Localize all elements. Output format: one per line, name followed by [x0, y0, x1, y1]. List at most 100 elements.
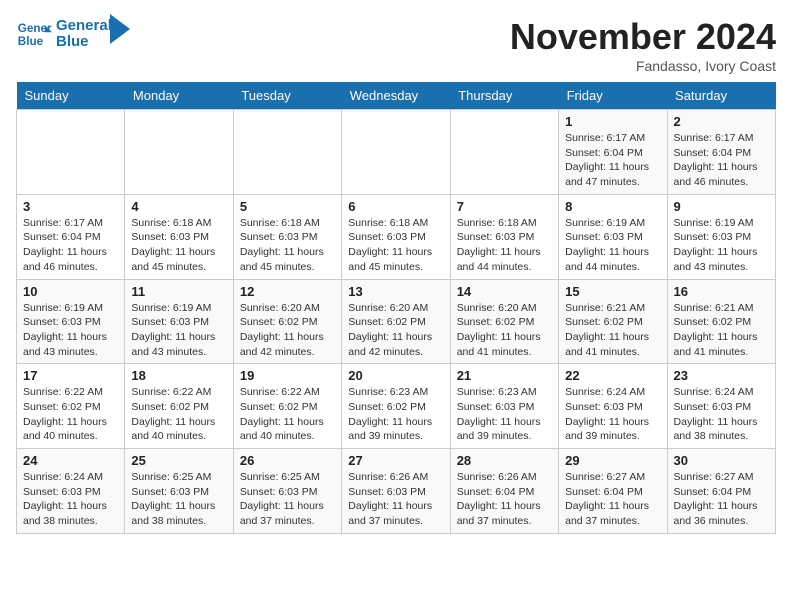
- day-number: 25: [131, 453, 226, 468]
- svg-text:Blue: Blue: [18, 35, 44, 48]
- day-number: 18: [131, 368, 226, 383]
- day-number: 22: [565, 368, 660, 383]
- logo-arrow-icon: [110, 14, 130, 44]
- logo-text-blue: Blue: [56, 34, 112, 51]
- title-block: November 2024 Fandasso, Ivory Coast: [510, 16, 776, 74]
- day-number: 30: [674, 453, 769, 468]
- calendar-cell: 7Sunrise: 6:18 AM Sunset: 6:03 PM Daylig…: [450, 194, 558, 279]
- day-number: 21: [457, 368, 552, 383]
- day-info: Sunrise: 6:19 AM Sunset: 6:03 PM Dayligh…: [565, 216, 660, 275]
- day-number: 8: [565, 199, 660, 214]
- calendar-cell: [17, 110, 125, 195]
- calendar-cell: 21 Sunrise: 6:23 AM Sunset: 6:03 PM Dayli…: [450, 364, 558, 449]
- day-info: Sunrise: 6:17 AM Sunset: 6:04 PM Dayligh…: [23, 216, 118, 275]
- day-info: Sunrise: 6:19 AM Sunset: 6:03 PM Dayligh…: [674, 216, 769, 275]
- calendar-cell: 12 Sunrise: 6:20 AM Sunset: 6:02 PM Dayli…: [233, 279, 341, 364]
- day-number: 15: [565, 284, 660, 299]
- calendar-cell: 5 Sunrise: 6:18 AM Sunset: 6:03 PM Daylig…: [233, 194, 341, 279]
- calendar-cell: [450, 110, 558, 195]
- day-info: Sunrise: 6:20 AM Sunset: 6:02 PM Dayligh…: [240, 301, 335, 360]
- calendar-cell: 15 Sunrise: 6:21 AM Sunset: 6:02 PM Dayli…: [559, 279, 667, 364]
- calendar-cell: 6 Sunrise: 6:18 AM Sunset: 6:03 PM Daylig…: [342, 194, 450, 279]
- day-number: 24: [23, 453, 118, 468]
- day-info: Sunrise: 6:19 AM Sunset: 6:03 PM Dayligh…: [23, 301, 118, 360]
- day-number: 27: [348, 453, 443, 468]
- day-number: 6: [348, 199, 443, 214]
- day-info: Sunrise: 6:18 AM Sunset: 6:03 PM Dayligh…: [240, 216, 335, 275]
- day-number: 28: [457, 453, 552, 468]
- calendar-cell: 1 Sunrise: 6:17 AM Sunset: 6:04 PM Daylig…: [559, 110, 667, 195]
- calendar-week-2: 3 Sunrise: 6:17 AM Sunset: 6:04 PM Daylig…: [17, 194, 776, 279]
- calendar-cell: [342, 110, 450, 195]
- calendar-cell: 27 Sunrise: 6:26 AM Sunset: 6:03 PM Dayli…: [342, 449, 450, 534]
- day-number: 10: [23, 284, 118, 299]
- day-number: 19: [240, 368, 335, 383]
- calendar-cell: 22 Sunrise: 6:24 AM Sunset: 6:03 PM Dayli…: [559, 364, 667, 449]
- calendar-cell: 19Sunrise: 6:22 AM Sunset: 6:02 PM Dayli…: [233, 364, 341, 449]
- day-number: 17: [23, 368, 118, 383]
- calendar-cell: 20Sunrise: 6:23 AM Sunset: 6:02 PM Dayli…: [342, 364, 450, 449]
- calendar-cell: 23 Sunrise: 6:24 AM Sunset: 6:03 PM Dayli…: [667, 364, 775, 449]
- calendar-cell: 9 Sunrise: 6:19 AM Sunset: 6:03 PM Daylig…: [667, 194, 775, 279]
- calendar-week-1: 1 Sunrise: 6:17 AM Sunset: 6:04 PM Daylig…: [17, 110, 776, 195]
- day-info: Sunrise: 6:24 AM Sunset: 6:03 PM Dayligh…: [23, 470, 118, 529]
- calendar-week-3: 10 Sunrise: 6:19 AM Sunset: 6:03 PM Dayli…: [17, 279, 776, 364]
- day-info: Sunrise: 6:24 AM Sunset: 6:03 PM Dayligh…: [674, 385, 769, 444]
- day-info: Sunrise: 6:22 AM Sunset: 6:02 PM Dayligh…: [23, 385, 118, 444]
- day-info: Sunrise: 6:18 AM Sunset: 6:03 PM Dayligh…: [348, 216, 443, 275]
- location: Fandasso, Ivory Coast: [510, 58, 776, 74]
- calendar-cell: 4Sunrise: 6:18 AM Sunset: 6:03 PM Daylig…: [125, 194, 233, 279]
- calendar-cell: 18 Sunrise: 6:22 AM Sunset: 6:02 PM Dayli…: [125, 364, 233, 449]
- day-number: 29: [565, 453, 660, 468]
- day-info: Sunrise: 6:18 AM Sunset: 6:03 PM Dayligh…: [131, 216, 226, 275]
- calendar-cell: 3 Sunrise: 6:17 AM Sunset: 6:04 PM Daylig…: [17, 194, 125, 279]
- day-number: 23: [674, 368, 769, 383]
- day-number: 14: [457, 284, 552, 299]
- day-of-week-thursday: Thursday: [450, 82, 558, 110]
- day-number: 1: [565, 114, 660, 129]
- day-number: 13: [348, 284, 443, 299]
- day-info: Sunrise: 6:23 AM Sunset: 6:03 PM Dayligh…: [457, 385, 552, 444]
- day-info: Sunrise: 6:26 AM Sunset: 6:03 PM Dayligh…: [348, 470, 443, 529]
- day-info: Sunrise: 6:21 AM Sunset: 6:02 PM Dayligh…: [565, 301, 660, 360]
- day-number: 12: [240, 284, 335, 299]
- day-of-week-saturday: Saturday: [667, 82, 775, 110]
- page-header: General Blue General Blue November 2024 …: [16, 16, 776, 74]
- day-number: 3: [23, 199, 118, 214]
- day-number: 9: [674, 199, 769, 214]
- calendar-cell: 25 Sunrise: 6:25 AM Sunset: 6:03 PM Dayli…: [125, 449, 233, 534]
- calendar-cell: 10 Sunrise: 6:19 AM Sunset: 6:03 PM Dayli…: [17, 279, 125, 364]
- calendar-cell: 14 Sunrise: 6:20 AM Sunset: 6:02 PM Dayli…: [450, 279, 558, 364]
- day-info: Sunrise: 6:25 AM Sunset: 6:03 PM Dayligh…: [131, 470, 226, 529]
- day-info: Sunrise: 6:18 AM Sunset: 6:03 PM Dayligh…: [457, 216, 552, 275]
- day-info: Sunrise: 6:27 AM Sunset: 6:04 PM Dayligh…: [674, 470, 769, 529]
- calendar-cell: 30 Sunrise: 6:27 AM Sunset: 6:04 PM Dayli…: [667, 449, 775, 534]
- logo: General Blue General Blue: [16, 16, 130, 52]
- calendar-cell: 26Sunrise: 6:25 AM Sunset: 6:03 PM Dayli…: [233, 449, 341, 534]
- day-info: Sunrise: 6:22 AM Sunset: 6:02 PM Dayligh…: [131, 385, 226, 444]
- day-number: 20: [348, 368, 443, 383]
- day-info: Sunrise: 6:20 AM Sunset: 6:02 PM Dayligh…: [457, 301, 552, 360]
- calendar-cell: 29Sunrise: 6:27 AM Sunset: 6:04 PM Dayli…: [559, 449, 667, 534]
- day-of-week-friday: Friday: [559, 82, 667, 110]
- calendar-cell: 28Sunrise: 6:26 AM Sunset: 6:04 PM Dayli…: [450, 449, 558, 534]
- day-info: Sunrise: 6:24 AM Sunset: 6:03 PM Dayligh…: [565, 385, 660, 444]
- calendar-week-5: 24 Sunrise: 6:24 AM Sunset: 6:03 PM Dayli…: [17, 449, 776, 534]
- calendar-cell: 16Sunrise: 6:21 AM Sunset: 6:02 PM Dayli…: [667, 279, 775, 364]
- day-info: Sunrise: 6:17 AM Sunset: 6:04 PM Dayligh…: [565, 131, 660, 190]
- calendar-cell: 17 Sunrise: 6:22 AM Sunset: 6:02 PM Dayli…: [17, 364, 125, 449]
- day-of-week-wednesday: Wednesday: [342, 82, 450, 110]
- calendar-cell: [233, 110, 341, 195]
- day-of-week-monday: Monday: [125, 82, 233, 110]
- day-of-week-sunday: Sunday: [17, 82, 125, 110]
- day-number: 16: [674, 284, 769, 299]
- calendar-cell: [125, 110, 233, 195]
- day-info: Sunrise: 6:17 AM Sunset: 6:04 PM Dayligh…: [674, 131, 769, 190]
- calendar-table: SundayMondayTuesdayWednesdayThursdayFrid…: [16, 82, 776, 534]
- day-info: Sunrise: 6:20 AM Sunset: 6:02 PM Dayligh…: [348, 301, 443, 360]
- day-number: 11: [131, 284, 226, 299]
- logo-text-general: General: [56, 18, 112, 35]
- calendar-cell: 13 Sunrise: 6:20 AM Sunset: 6:02 PM Dayli…: [342, 279, 450, 364]
- day-number: 5: [240, 199, 335, 214]
- calendar-cell: 24 Sunrise: 6:24 AM Sunset: 6:03 PM Dayli…: [17, 449, 125, 534]
